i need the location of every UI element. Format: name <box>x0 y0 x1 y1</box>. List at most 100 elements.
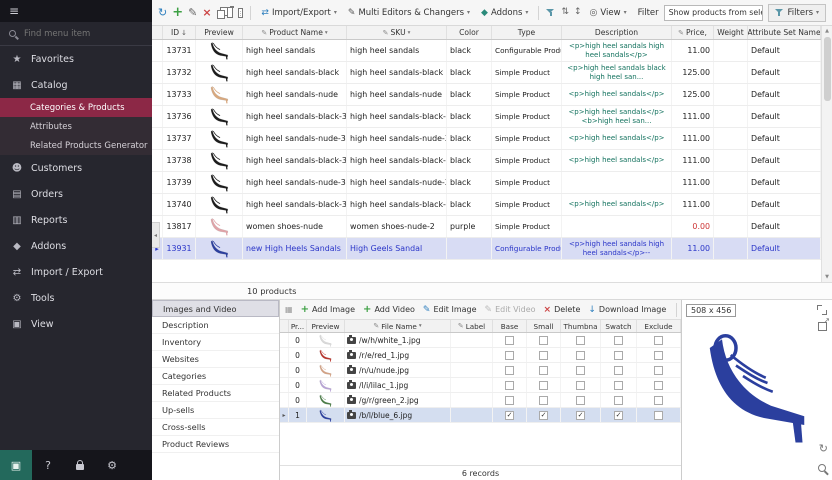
product-row-13739[interactable]: 13739high heel sandals-nude-37high heel … <box>152 172 821 194</box>
hamburger-menu-icon[interactable]: ≡ <box>9 4 19 18</box>
checkbox-base[interactable] <box>505 351 514 360</box>
column-header-label[interactable]: ✎Label <box>451 320 493 332</box>
column-header-price[interactable]: ✎Price, <box>672 26 714 39</box>
tab-images-and-video[interactable]: Images and Video <box>152 300 279 317</box>
zoom-icon[interactable] <box>818 464 826 472</box>
paste-icon[interactable] <box>227 7 233 18</box>
checkbox-swatch[interactable] <box>614 336 623 345</box>
category-filter-select[interactable]: Show products from selected categories ▾ <box>664 5 763 21</box>
sidebar-item-orders[interactable]: ▤Orders <box>0 181 152 207</box>
add-product-icon[interactable]: + <box>172 6 183 19</box>
sidebar-collapse-handle[interactable]: ◂ <box>152 222 160 248</box>
column-header-expander[interactable] <box>280 320 289 332</box>
product-row-13817[interactable]: 13817women shoes-nudewomen shoes-nude-2p… <box>152 216 821 238</box>
row-expander[interactable] <box>152 128 163 149</box>
checkbox-base[interactable] <box>505 336 514 345</box>
product-row-13740[interactable]: 13740high heel sandals-black-38high heel… <box>152 194 821 216</box>
delete-image-button[interactable]: ×Delete <box>544 305 581 315</box>
duplicate-icon[interactable] <box>238 8 243 18</box>
checkbox-exclude[interactable] <box>654 336 663 345</box>
sidebar-item-tools[interactable]: ⚙Tools <box>0 285 152 311</box>
product-row-13731[interactable]: 13731high heel sandalshigh heel sandalsb… <box>152 40 821 62</box>
sidebar-item-favorites[interactable]: ★Favorites <box>0 46 152 72</box>
checkbox-base[interactable] <box>505 396 514 405</box>
rotate-icon[interactable]: ↻ <box>819 443 828 454</box>
row-expander[interactable] <box>152 150 163 171</box>
column-header-base[interactable]: Base <box>493 320 527 332</box>
help-icon[interactable]: ? <box>32 450 64 480</box>
checkbox-exclude[interactable] <box>654 396 663 405</box>
image-row-l-i-lilac-1-jpg[interactable]: 0/l/i/lilac_1.jpg <box>280 378 681 393</box>
checkbox-small[interactable] <box>539 351 548 360</box>
product-row-13736[interactable]: 13736high heel sandals-black-36high heel… <box>152 106 821 128</box>
product-row-13931[interactable]: ▸13931new High Heels SandalsHigh Geels S… <box>152 238 821 260</box>
checkbox-swatch[interactable] <box>614 381 623 390</box>
scrollbar-thumb[interactable] <box>824 37 831 101</box>
checkbox-small[interactable] <box>539 396 548 405</box>
tab-cross-sells[interactable]: Cross-sells <box>152 419 279 436</box>
column-header-description[interactable]: Description <box>562 26 672 39</box>
import-export-menu[interactable]: ⇄ Import/Export ▾ <box>258 6 339 20</box>
checkbox-thumb[interactable] <box>576 396 585 405</box>
checkbox-thumb[interactable] <box>576 366 585 375</box>
copy-icon[interactable] <box>217 7 223 18</box>
image-row-g-r-green-2-jpg[interactable]: 0/g/r/green_2.jpg <box>280 393 681 408</box>
column-header-id[interactable]: ID↓ <box>163 26 196 39</box>
scroll-up-icon[interactable]: ▲ <box>822 26 832 36</box>
add-video-button[interactable]: +Add Video <box>363 304 415 315</box>
image-row-n-u-nude-jpg[interactable]: 0/n/u/nude.jpg <box>280 363 681 378</box>
column-header-product-name[interactable]: ✎Product Name▾ <box>243 26 347 39</box>
column-header-file-name[interactable]: ✎File Name▾ <box>345 320 451 332</box>
row-expander[interactable] <box>152 84 163 105</box>
checkbox-exclude[interactable] <box>654 411 663 420</box>
tab-inventory[interactable]: Inventory <box>152 334 279 351</box>
checkbox-exclude[interactable] <box>654 381 663 390</box>
checkbox-thumb[interactable] <box>576 381 585 390</box>
row-expander[interactable] <box>152 106 163 127</box>
row-expander[interactable] <box>152 194 163 215</box>
product-row-13737[interactable]: 13737high heel sandals-nude-36high heel … <box>152 128 821 150</box>
tab-categories[interactable]: Categories <box>152 368 279 385</box>
sidebar-item-customers[interactable]: ☻Customers <box>0 155 152 181</box>
column-header-small[interactable]: Small <box>527 320 561 332</box>
checkbox-exclude[interactable] <box>654 366 663 375</box>
checkbox-swatch[interactable] <box>614 351 623 360</box>
grid-icon[interactable]: ▦ <box>285 306 293 314</box>
tab-product-reviews[interactable]: Product Reviews <box>152 436 279 453</box>
checkbox-thumb[interactable]: ✓ <box>576 411 585 420</box>
checkbox-base[interactable] <box>505 366 514 375</box>
sidebar-item-attributes[interactable]: Attributes <box>0 117 152 136</box>
checkbox-small[interactable] <box>539 366 548 375</box>
column-header-pr[interactable]: Pr... <box>289 320 307 332</box>
sidebar-item-reports[interactable]: ▥Reports <box>0 207 152 233</box>
sort-icon[interactable]: ⇅ <box>561 8 569 17</box>
add-image-button[interactable]: +Add Image <box>301 304 355 315</box>
column-header-sku[interactable]: ✎SKU▾ <box>347 26 447 39</box>
sidebar-item-categories-products[interactable]: Categories & Products <box>0 98 152 117</box>
column-header-weight[interactable]: Weight <box>714 26 748 39</box>
checkbox-small[interactable] <box>539 336 548 345</box>
download-image-button[interactable]: ↓Download Image <box>588 305 666 315</box>
column-header-thumbna[interactable]: Thumbna <box>561 320 601 332</box>
product-row-13738[interactable]: 13738high heel sandals-black-37high heel… <box>152 150 821 172</box>
product-row-13733[interactable]: 13733high heel sandals-nudehigh heel san… <box>152 84 821 106</box>
edit-product-icon[interactable]: ✎ <box>188 7 197 18</box>
tab-description[interactable]: Description <box>152 317 279 334</box>
column-header-preview[interactable]: Preview <box>307 320 345 332</box>
checkbox-swatch[interactable] <box>614 366 623 375</box>
multi-editors-menu[interactable]: ✎ Multi Editors & Changers ▾ <box>345 6 473 20</box>
checkbox-base[interactable] <box>505 381 514 390</box>
checkbox-small[interactable]: ✓ <box>539 411 548 420</box>
column-header-swatch[interactable]: Swatch <box>601 320 637 332</box>
edit-video-button[interactable]: ✎Edit Video <box>485 305 536 315</box>
filter-icon[interactable] <box>546 8 556 18</box>
product-row-13732[interactable]: 13732high heel sandals-blackhigh heel sa… <box>152 62 821 84</box>
checkbox-thumb[interactable] <box>576 336 585 345</box>
row-expander[interactable] <box>152 62 163 83</box>
tab-websites[interactable]: Websites <box>152 351 279 368</box>
image-row-b-l-blue-6-jpg[interactable]: ▸1/b/l/blue_6.jpg✓✓✓✓ <box>280 408 681 423</box>
column-header-type[interactable]: Type <box>492 26 562 39</box>
checkbox-swatch[interactable] <box>614 396 623 405</box>
sidebar-item-view[interactable]: ▣View <box>0 311 152 337</box>
column-header-preview[interactable]: Preview <box>196 26 243 39</box>
